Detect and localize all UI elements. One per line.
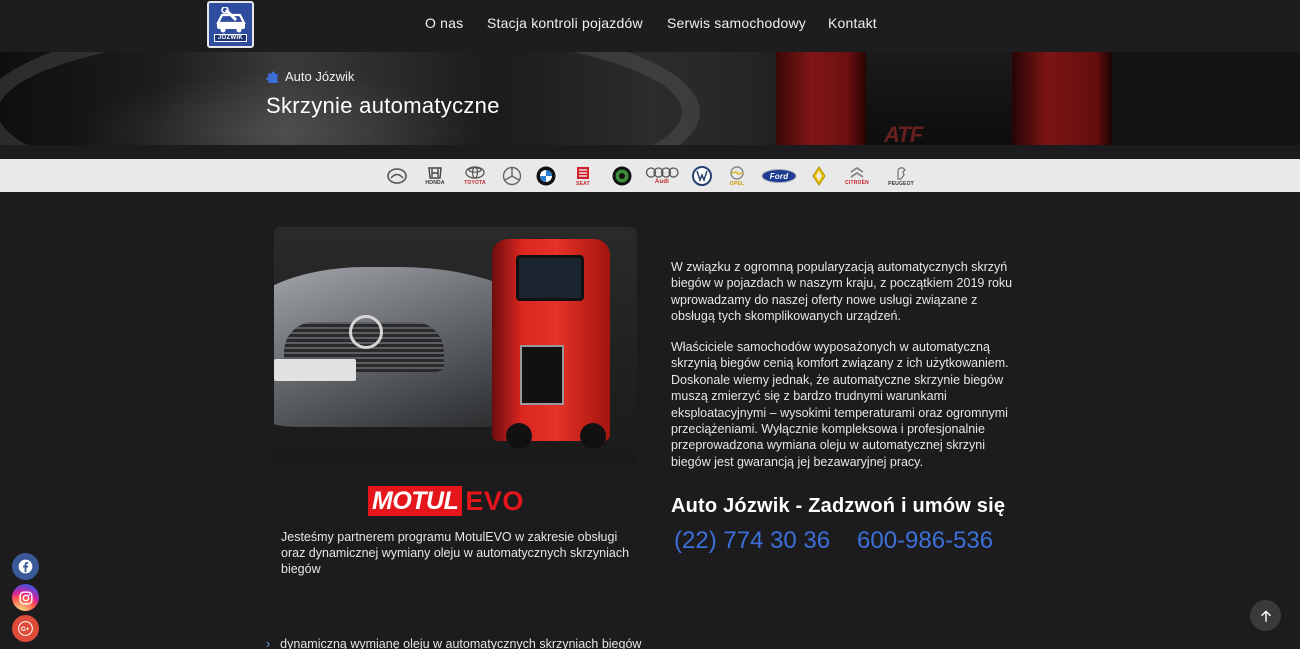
chevron-right-icon: › bbox=[266, 637, 271, 649]
photo-mercedes-star bbox=[349, 315, 383, 349]
service-list-item-label: dynamiczną wymianę oleju w automatycznyc… bbox=[280, 637, 642, 649]
brand-volkswagen-logo bbox=[690, 165, 714, 187]
page-title: Skrzynie automatyczne bbox=[266, 93, 500, 118]
instagram-icon bbox=[18, 590, 33, 605]
svg-text:G+: G+ bbox=[21, 626, 30, 633]
photo-machine-wheel-right bbox=[580, 423, 606, 449]
instagram-button[interactable] bbox=[12, 584, 39, 611]
brand-renault-logo bbox=[808, 165, 830, 187]
arrow-up-icon bbox=[1260, 610, 1271, 622]
facebook-button[interactable] bbox=[12, 553, 39, 580]
motul-evo-text: EVO bbox=[465, 485, 524, 516]
motul-evo-logo: MOTUL EVO bbox=[368, 486, 524, 516]
details-paragraph: Właściciele samochodów wyposażonych w au… bbox=[671, 340, 1009, 469]
logo-text: JÓZWIK bbox=[213, 34, 248, 42]
phone-link-mobile[interactable]: 600-986-536 bbox=[857, 527, 993, 555]
photo-machine-wheel-left bbox=[506, 423, 532, 449]
brand-citroen-logo: CITROËN bbox=[840, 165, 874, 187]
photo-machine-screen bbox=[516, 255, 584, 301]
motul-logo-box: MOTUL bbox=[368, 486, 463, 516]
brand-toyota-logo: TOYOTA bbox=[460, 165, 490, 187]
brand-skoda-logo bbox=[610, 165, 634, 187]
partner-description: Jesteśmy partnerem programu MotulEVO w z… bbox=[281, 530, 630, 576]
nav-item-o-nas[interactable]: O nas bbox=[425, 15, 463, 31]
main-nav: O nas Stacja kontroli pojazdów Serwis sa… bbox=[0, 15, 1300, 35]
phone-link-landline[interactable]: (22) 774 30 36 bbox=[674, 527, 830, 555]
hero-shade bbox=[0, 52, 1300, 145]
brand-honda-logo: HONDA bbox=[420, 165, 450, 187]
photo-license-plate bbox=[274, 359, 356, 381]
intro-paragraph: W związku z ogromną popularyzacją automa… bbox=[671, 260, 1013, 324]
brand-bmw-logo bbox=[534, 165, 558, 187]
scroll-to-top-button[interactable] bbox=[1250, 600, 1281, 631]
brand-opel-logo: OPEL bbox=[724, 165, 750, 187]
call-to-action-heading: Auto Józwik - Zadzwoń i umów się bbox=[671, 495, 1006, 517]
motul-machine-photo bbox=[274, 227, 637, 465]
nav-item-serwis[interactable]: Serwis samochodowy bbox=[667, 15, 806, 31]
photo-machine-panel bbox=[520, 345, 564, 405]
hero-banner: ATF bbox=[0, 52, 1300, 145]
breadcrumb: Auto Józwik bbox=[266, 69, 354, 84]
brand-audi-logo: Audi bbox=[644, 165, 680, 187]
facebook-icon bbox=[18, 559, 33, 574]
brand-mazda-logo bbox=[386, 165, 408, 187]
brand-ford-logo: Ford bbox=[760, 165, 798, 187]
nav-item-stacja-kontroli[interactable]: Stacja kontroli pojazdów bbox=[487, 15, 643, 31]
top-navbar: JÓZWIK O nas Stacja kontroli pojazdów Se… bbox=[0, 0, 1300, 52]
brand-peugeot-logo: PEUGEOT bbox=[884, 165, 918, 187]
brand-seat-logo: SEAT bbox=[568, 165, 598, 187]
brand-mercedes-logo bbox=[500, 165, 524, 187]
service-list-item: › dynamiczną wymianę oleju w automatyczn… bbox=[266, 637, 641, 649]
breadcrumb-home-link[interactable]: Auto Józwik bbox=[285, 69, 354, 84]
brand-logos-strip: HONDA TOYOTA SEAT Audi OPEL Ford CITROËN bbox=[0, 159, 1300, 192]
gear-icon bbox=[266, 71, 279, 83]
google-plus-icon: G+ bbox=[18, 621, 33, 636]
nav-item-kontakt[interactable]: Kontakt bbox=[828, 15, 877, 31]
google-plus-button[interactable]: G+ bbox=[12, 615, 39, 642]
